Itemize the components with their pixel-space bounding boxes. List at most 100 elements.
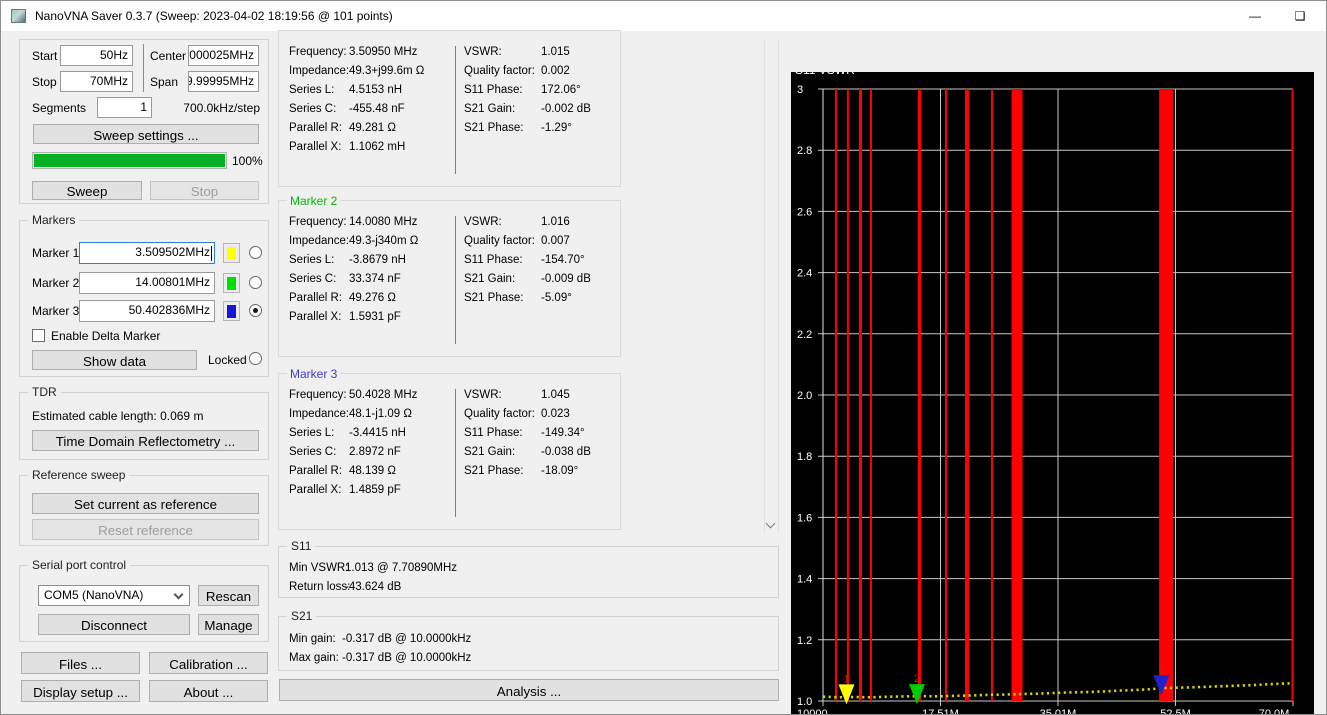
delta-marker-checkbox[interactable] — [32, 329, 45, 342]
minimize-button[interactable]: — — [1233, 1, 1277, 31]
span-input[interactable]: 69.99995MHz — [188, 71, 259, 92]
main-content: Start 50Hz Center 35.000025MHz Stop 70MH… — [1, 31, 1326, 714]
s11-box: S11 Min VSWR: 1.013 @ 7.70890MHz Return … — [278, 546, 779, 598]
y-axis-tick-label: 1.2 — [797, 635, 812, 647]
detail-column-divider — [455, 46, 456, 174]
vswr-chart[interactable]: S11 VSWR 32.82.62.42.22.01.81.61.41.21.0… — [791, 72, 1314, 715]
y-axis-tick-label: 1.0 — [797, 696, 812, 708]
chart-red-band — [1011, 89, 1022, 701]
detail-field-value: 49.3+j99.6m Ω — [349, 65, 424, 77]
detail-field-value: -3.4415 nH — [349, 427, 406, 439]
detail-field-label: Impedance: — [289, 235, 349, 247]
detail-field-label: S21 Gain: — [464, 273, 515, 285]
detail-field-value: 1.016 — [541, 216, 570, 228]
manage-button[interactable]: Manage — [198, 614, 259, 635]
x-axis-tick-label: 35.01M — [1040, 708, 1077, 715]
marker-3-radio[interactable] — [249, 304, 262, 317]
detail-field-label: Parallel R: — [289, 122, 342, 134]
marker-1-frequency-input[interactable]: 3.509502MHz — [79, 242, 215, 264]
analysis-button[interactable]: Analysis ... — [279, 679, 779, 701]
rescan-button[interactable]: Rescan — [198, 585, 259, 606]
detail-field-value: 33.374 nF — [349, 273, 401, 285]
tdr-button[interactable]: Time Domain Reflectometry ... — [32, 430, 259, 451]
return-loss-value: -43.624 dB — [345, 581, 401, 593]
chart-marker-2-label: 2 — [914, 673, 920, 685]
detail-field-label: Impedance: — [289, 408, 349, 420]
y-axis-tick-label: 2.0 — [797, 390, 812, 402]
sweep-button[interactable]: Sweep — [32, 181, 142, 200]
detail-field-value: 48.1-j1.09 Ω — [349, 408, 412, 420]
detail-field-label: S21 Phase: — [464, 465, 523, 477]
detail-field-label: S11 Phase: — [464, 254, 523, 266]
chart-marker-3-label: 3 — [1158, 664, 1164, 676]
max-gain-label: Max gain: — [289, 652, 339, 664]
x-axis-tick-label: 17.51M — [922, 708, 959, 715]
detail-field-value: 172.06° — [541, 84, 581, 96]
chart-red-band — [945, 89, 947, 701]
detail-field-label: S21 Phase: — [464, 292, 523, 304]
detail-field-value: 14.0080 MHz — [349, 216, 417, 228]
marker-3-color-swatch[interactable] — [223, 301, 240, 321]
detail-field-label: Frequency: — [289, 389, 347, 401]
detail-column-divider — [455, 389, 456, 517]
y-axis-tick-label: 2.4 — [797, 268, 812, 280]
detail-field-label: Quality factor: — [464, 408, 535, 420]
detail-field-value: 49.3-j340m Ω — [349, 235, 418, 247]
about-button[interactable]: About ... — [149, 680, 268, 702]
detail-field-value: -0.002 dB — [541, 103, 591, 115]
chart-red-band — [859, 89, 862, 701]
show-data-button[interactable]: Show data — [32, 350, 197, 370]
stop-button[interactable]: Stop — [150, 181, 259, 200]
titlebar: NanoVNA Saver 0.3.7 (Sweep: 2023-04-02 1… — [1, 1, 1326, 31]
return-loss-label: Return loss: — [289, 581, 350, 593]
scroll-down-icon[interactable] — [766, 519, 776, 529]
display-setup-button[interactable]: Display setup ... — [21, 680, 140, 702]
stop-input[interactable]: 70MHz — [60, 71, 133, 92]
detail-field-label: S11 Phase: — [464, 427, 523, 439]
x-axis-tick-label: 10000 — [797, 708, 828, 715]
window-title: NanoVNA Saver 0.3.7 (Sweep: 2023-04-02 1… — [35, 9, 393, 23]
marker-3-frequency-input[interactable]: 50.402836MHz — [79, 300, 215, 322]
set-reference-button[interactable]: Set current as reference — [32, 493, 259, 514]
vswr-chart-svg[interactable]: 32.82.62.42.22.01.81.61.41.21.0123100001… — [791, 72, 1314, 715]
marker-1-color-swatch[interactable] — [223, 243, 240, 263]
files-button[interactable]: Files ... — [21, 652, 140, 674]
y-axis-tick-label: 1.6 — [797, 512, 812, 524]
min-gain-value: -0.317 dB @ 10.0000kHz — [342, 633, 471, 645]
marker-2-radio[interactable] — [249, 276, 262, 289]
detail-field-value: 2.8972 nF — [349, 446, 401, 458]
segments-input[interactable]: 1 — [97, 97, 152, 118]
scrollarea-border — [778, 40, 779, 533]
marker-1-detail-panel: Frequency:3.50950 MHzImpedance:49.3+j99.… — [278, 30, 621, 187]
chart-red-band — [847, 89, 849, 701]
reset-reference-button[interactable]: Reset reference — [32, 519, 259, 540]
stop-label: Stop — [32, 75, 57, 89]
sweep-settings-button[interactable]: Sweep settings ... — [33, 124, 259, 144]
detail-field-value: 3.50950 MHz — [349, 46, 417, 58]
detail-field-label: Quality factor: — [464, 235, 535, 247]
detail-field-value: 48.139 Ω — [349, 465, 396, 477]
start-input[interactable]: 50Hz — [60, 45, 133, 66]
max-gain-value: -0.317 dB @ 10.0000kHz — [342, 652, 471, 664]
detail-field-value: 0.007 — [541, 235, 570, 247]
center-label: Center — [150, 49, 186, 63]
center-input[interactable]: 35.000025MHz — [188, 45, 259, 66]
locked-radio[interactable] — [249, 352, 262, 365]
marker-1-radio[interactable] — [249, 246, 262, 259]
detail-field-value: -18.09° — [541, 465, 578, 477]
maximize-button[interactable]: ❑ — [1278, 1, 1322, 31]
reference-sweep-box: Reference sweep Set current as reference… — [19, 475, 269, 546]
serial-port-select[interactable]: COM5 (NanoVNA) — [38, 585, 190, 606]
calibration-button[interactable]: Calibration ... — [149, 652, 268, 674]
marker-2-color-swatch[interactable] — [223, 273, 240, 293]
marker-2-frequency-input[interactable]: 14.00801MHz — [79, 272, 215, 294]
detail-field-value: 1.045 — [541, 389, 570, 401]
detail-field-value: -455.48 nF — [349, 103, 405, 115]
scrollbar-track-line — [764, 40, 765, 533]
detail-field-label: Frequency: — [289, 46, 347, 58]
detail-field-label: S21 Phase: — [464, 122, 523, 134]
detail-field-value: 1.4859 pF — [349, 484, 401, 496]
tdr-box-title: TDR — [28, 385, 61, 399]
detail-field-label: S21 Gain: — [464, 446, 515, 458]
disconnect-button[interactable]: Disconnect — [38, 614, 190, 635]
